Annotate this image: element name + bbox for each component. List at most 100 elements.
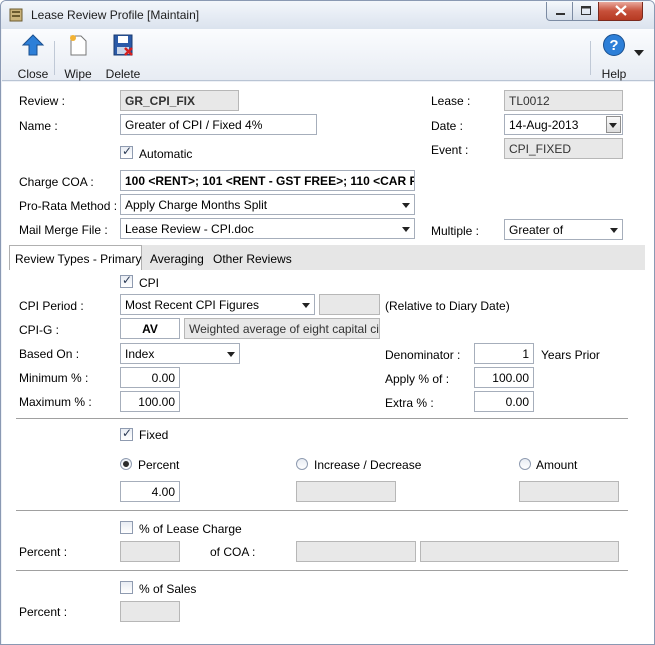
mailmerge-select[interactable]: Lease Review - CPI.doc (120, 218, 415, 239)
chevron-down-icon (402, 203, 410, 208)
denominator-label: Denominator : (385, 348, 461, 362)
window-title: Lease Review Profile [Maintain] (31, 8, 200, 22)
event-label: Event : (431, 143, 469, 157)
cpig-label: CPI-G : (19, 323, 60, 337)
date-dropdown-button[interactable] (606, 116, 621, 133)
review-label: Review : (19, 94, 66, 108)
lease-charge-percent-field (120, 541, 180, 562)
minimize-button[interactable] (546, 2, 573, 21)
relative-note: (Relative to Diary Date) (385, 299, 510, 313)
toolbar-separator (54, 41, 55, 75)
event-field: CPI_FIXED (504, 138, 623, 159)
cpi-period-value: Most Recent CPI Figures (125, 298, 260, 312)
close-button[interactable]: Close (16, 33, 50, 81)
extra-percent-label: Extra % : (385, 396, 434, 410)
minimum-field[interactable]: 0.00 (120, 367, 180, 388)
cpi-period-label: CPI Period : (19, 299, 84, 313)
prorata-select[interactable]: Apply Charge Months Split (120, 194, 415, 215)
lease-charge-label: % of Lease Charge (139, 522, 242, 536)
coa-code-field (296, 541, 416, 562)
close-window-button[interactable] (598, 2, 643, 21)
amount-label: Amount (536, 458, 578, 472)
coa-description-field (420, 541, 619, 562)
mailmerge-value: Lease Review - CPI.doc (125, 222, 254, 236)
apply-percent-field[interactable]: 100.00 (474, 367, 534, 388)
minimize-icon (556, 13, 565, 15)
title-bar: Lease Review Profile [Maintain] (1, 1, 654, 29)
tab-averaging[interactable]: Averaging (145, 248, 209, 270)
amount-field (519, 481, 619, 502)
new-document-icon (70, 35, 87, 56)
prorata-value: Apply Charge Months Split (125, 198, 268, 212)
chevron-down-icon (610, 228, 618, 233)
extra-percent-field[interactable]: 0.00 (474, 391, 534, 412)
tab-strip: Review Types - Primary Averaging Other R… (9, 245, 645, 270)
based-on-value: Index (125, 347, 155, 361)
lease-field: TL0012 (504, 90, 623, 111)
multiple-select[interactable]: Greater of (504, 219, 623, 240)
wipe-button[interactable]: Wipe (60, 33, 96, 81)
section-divider (16, 418, 628, 419)
cpig-description-field: Weighted average of eight capital citi (184, 318, 380, 339)
up-arrow-icon (21, 34, 45, 56)
name-field[interactable]: Greater of CPI / Fixed 4% (120, 114, 317, 135)
cpi-period-select[interactable]: Most Recent CPI Figures (120, 294, 315, 315)
automatic-checkbox[interactable] (120, 144, 133, 159)
fixed-checkbox[interactable] (120, 426, 133, 441)
chevron-down-icon (402, 227, 410, 232)
multiple-value: Greater of (509, 223, 564, 237)
help-button[interactable]: ? Help (598, 33, 630, 81)
fixed-label: Fixed (139, 428, 169, 442)
help-icon: ? (603, 34, 625, 56)
chevron-down-icon (227, 352, 235, 357)
name-label: Name : (19, 119, 58, 133)
svg-text:?: ? (609, 37, 618, 54)
based-on-label: Based On : (19, 347, 80, 361)
maximize-button[interactable] (572, 2, 599, 21)
date-label: Date : (431, 119, 464, 133)
sales-percent-field (120, 601, 180, 622)
charge-coa-label: Charge COA : (19, 175, 94, 189)
years-prior-label: Years Prior (541, 348, 600, 362)
fixed-percent-field[interactable]: 4.00 (120, 481, 180, 502)
increase-decrease-label: Increase / Decrease (314, 458, 422, 472)
floppy-delete-icon (113, 34, 133, 56)
minimum-label: Minimum % : (19, 371, 89, 385)
chevron-down-icon (609, 123, 617, 128)
delete-button[interactable]: Delete (103, 33, 143, 81)
percent-radio-label: Percent (138, 458, 180, 472)
increase-decrease-field (296, 481, 396, 502)
toolbar: Close Wipe Delete ? Help (2, 29, 654, 81)
app-icon (9, 8, 23, 22)
cpi-checkbox[interactable] (120, 273, 133, 288)
chevron-down-icon[interactable] (633, 49, 645, 57)
close-icon (615, 5, 627, 16)
tab-other-reviews[interactable]: Other Reviews (208, 248, 297, 270)
tab-review-types-primary[interactable]: Review Types - Primary (9, 245, 142, 270)
of-coa-label: of COA : (210, 545, 256, 559)
based-on-select[interactable]: Index (120, 343, 240, 364)
multiple-label: Multiple : (431, 224, 480, 238)
sales-checkbox[interactable] (120, 581, 133, 594)
form-body: Review : GR_CPI_FIX Name : Greater of CP… (2, 82, 654, 644)
lease-label: Lease : (431, 94, 471, 108)
lease-charge-percent-label: Percent : (19, 545, 68, 559)
amount-radio[interactable] (519, 458, 531, 470)
date-value: 14-Aug-2013 (509, 118, 579, 132)
chevron-down-icon (302, 303, 310, 308)
mailmerge-label: Mail Merge File : (19, 223, 108, 237)
percent-radio[interactable] (120, 458, 132, 470)
maximum-field[interactable]: 100.00 (120, 391, 180, 412)
charge-coa-field[interactable]: 100 <RENT>; 101 <RENT - GST FREE>; 110 <… (120, 170, 415, 191)
increase-decrease-radio[interactable] (296, 458, 308, 470)
maximize-icon (581, 6, 591, 15)
toolbar-separator (590, 41, 591, 75)
sales-label: % of Sales (139, 582, 197, 596)
sales-percent-label: Percent : (19, 605, 68, 619)
denominator-field[interactable]: 1 (474, 343, 534, 364)
cpig-code-field[interactable]: AV (120, 318, 180, 339)
date-picker[interactable]: 14-Aug-2013 (504, 114, 623, 135)
lease-charge-checkbox[interactable] (120, 521, 133, 534)
section-divider (16, 570, 628, 571)
section-divider (16, 510, 628, 511)
